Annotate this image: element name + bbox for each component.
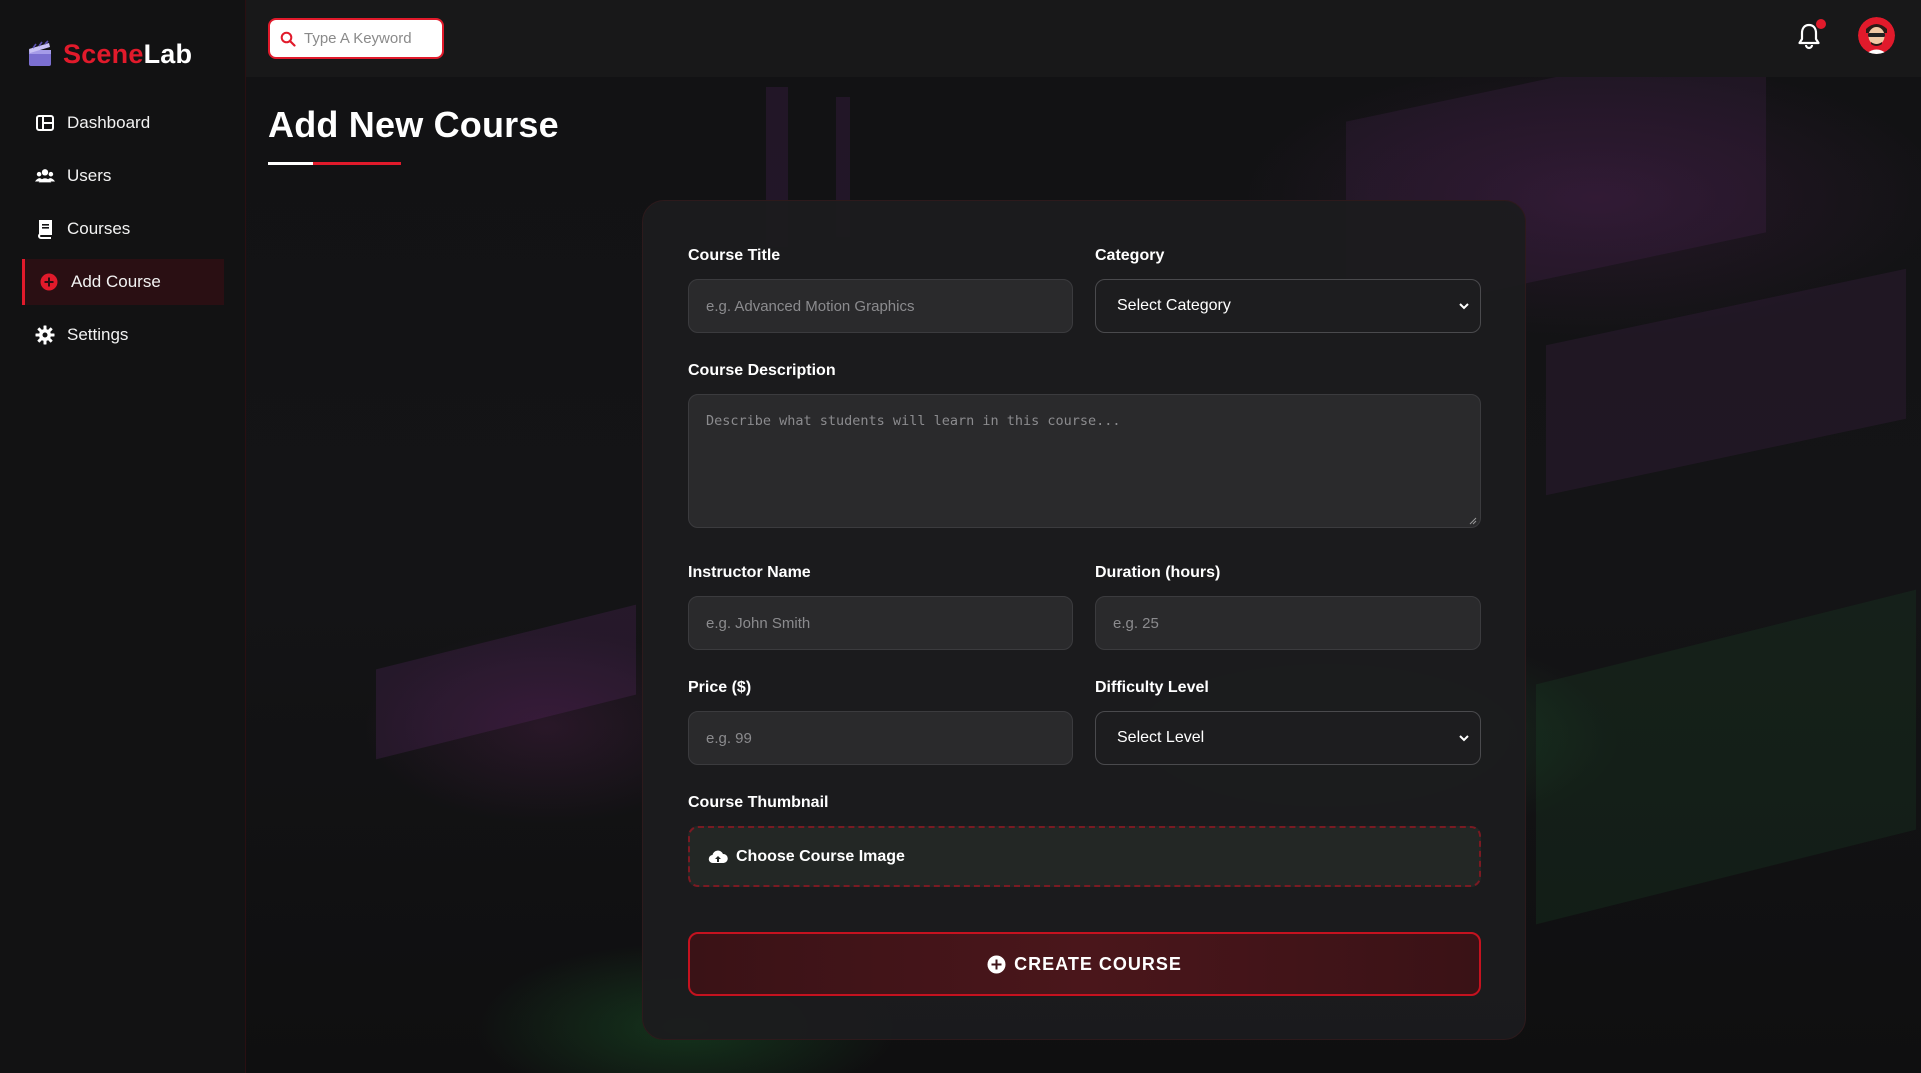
sidebar-item-courses[interactable]: Courses	[22, 206, 224, 252]
instructor-name-label: Instructor Name	[688, 564, 811, 581]
course-description-textarea[interactable]	[688, 394, 1481, 528]
chevron-down-icon	[1459, 735, 1469, 742]
choose-image-label: Choose Course Image	[736, 847, 905, 865]
sidebar-item-label: Courses	[67, 219, 131, 238]
gear-icon	[35, 325, 55, 345]
topbar	[246, 0, 1921, 77]
add-course-form: Course Title Category Select Category Co…	[642, 200, 1526, 1040]
duration-label: Duration (hours)	[1095, 564, 1221, 581]
sidebar-item-users[interactable]: Users	[22, 153, 224, 199]
page-title: Add New Course	[268, 104, 559, 145]
course-title-label: Course Title	[688, 247, 781, 264]
sidebar-item-add-course[interactable]: Add Course	[22, 259, 224, 305]
instructor-name-input[interactable]	[688, 596, 1073, 650]
users-icon	[35, 166, 55, 186]
plus-circle-icon	[39, 272, 59, 292]
brand-name-part1: Scene	[63, 38, 144, 69]
create-course-button[interactable]: CREATE COURSE	[688, 932, 1481, 996]
category-select[interactable]: Select Category	[1095, 279, 1481, 333]
avatar[interactable]	[1858, 17, 1895, 54]
course-description-label: Course Description	[688, 362, 836, 379]
resize-grip-icon[interactable]	[1469, 517, 1477, 525]
search-icon	[280, 31, 296, 47]
sidebar-item-label: Users	[67, 166, 112, 185]
sidebar-item-label: Add Course	[71, 272, 161, 291]
category-select-value: Select Category	[1117, 297, 1231, 314]
difficulty-select-value: Select Level	[1117, 729, 1205, 746]
brand-logo[interactable]: SceneLab	[27, 36, 192, 72]
cloud-upload-icon	[708, 850, 728, 863]
brand-name: SceneLab	[63, 39, 192, 70]
difficulty-level-select[interactable]: Select Level	[1095, 711, 1481, 765]
title-underline-accent	[268, 162, 313, 165]
sidebar-item-label: Settings	[67, 325, 129, 344]
create-course-label: CREATE COURSE	[1014, 953, 1182, 974]
plus-circle-icon	[987, 955, 1006, 973]
brand-name-part2: Lab	[143, 38, 193, 69]
sidebar-item-settings[interactable]: Settings	[22, 312, 224, 358]
search-box[interactable]	[268, 18, 444, 59]
sidebar: SceneLab Dashboard Users Courses Add Cou…	[0, 0, 246, 1073]
notification-badge	[1816, 19, 1826, 29]
choose-image-button[interactable]: Choose Course Image	[688, 826, 1481, 887]
sidebar-nav: Dashboard Users Courses Add Course Setti…	[22, 100, 224, 365]
search-input[interactable]	[304, 30, 434, 47]
price-input[interactable]	[688, 711, 1073, 765]
chevron-down-icon	[1459, 303, 1469, 310]
dashboard-icon	[35, 113, 55, 133]
book-icon	[35, 219, 55, 239]
duration-input[interactable]	[1095, 596, 1481, 650]
sidebar-item-dashboard[interactable]: Dashboard	[22, 100, 224, 146]
difficulty-level-label: Difficulty Level	[1095, 679, 1209, 696]
category-label: Category	[1095, 247, 1165, 264]
course-thumbnail-label: Course Thumbnail	[688, 794, 829, 811]
course-title-input[interactable]	[688, 279, 1073, 333]
clapperboard-icon	[29, 40, 51, 66]
sidebar-item-label: Dashboard	[67, 113, 151, 132]
price-label: Price ($)	[688, 679, 752, 696]
